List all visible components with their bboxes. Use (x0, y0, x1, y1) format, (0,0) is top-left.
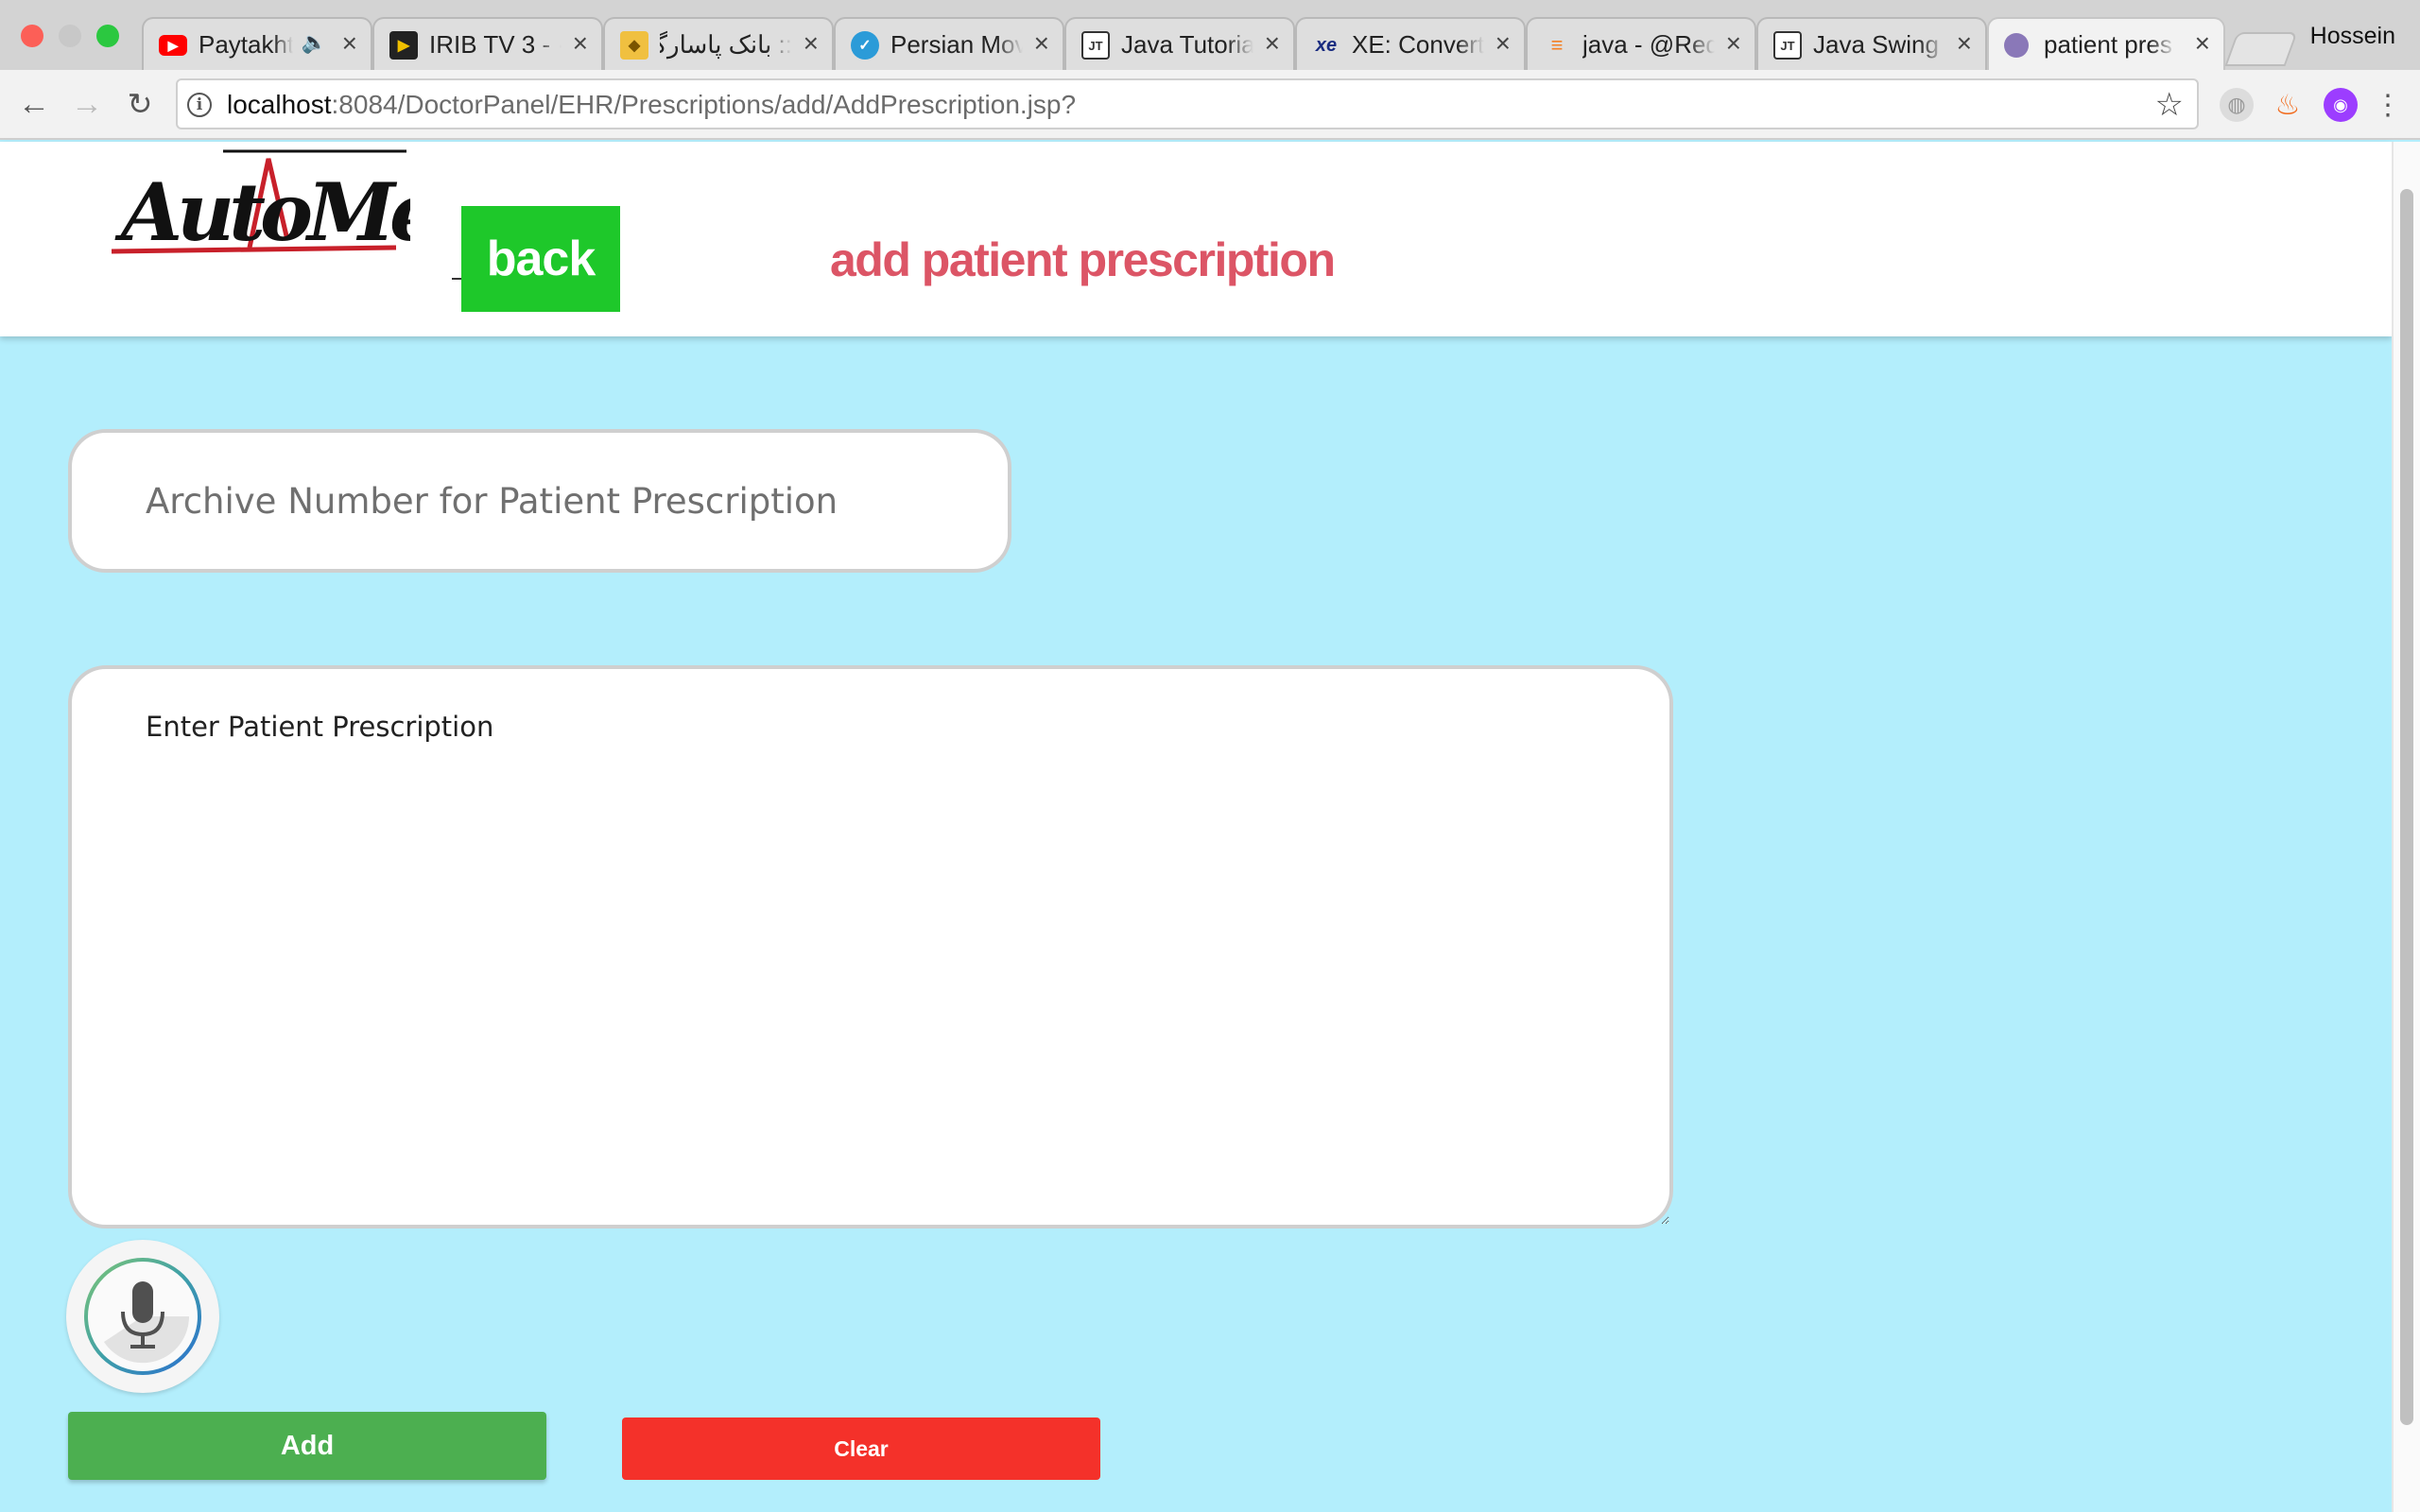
new-tab-button[interactable] (2224, 32, 2298, 66)
tab-title: patient pres (2044, 30, 2172, 59)
tab-title: java - @Req (1582, 30, 1715, 59)
close-tab-icon[interactable]: × (342, 28, 357, 59)
bank-icon: ◆ (620, 31, 648, 60)
page-content: AutoMed back add patient prescription Ad… (0, 142, 2392, 1512)
tab-title: Java Swing (1813, 30, 1939, 59)
clear-button[interactable]: Clear (622, 1418, 1100, 1480)
close-window-button[interactable] (21, 25, 43, 47)
globe-icon: ✓ (851, 31, 879, 60)
tab-strip: ▶ Paytakht 🔈 × ▶ IRIB TV 3 - · × ◆ :: با… (0, 0, 2420, 70)
tab-java-request[interactable]: ≡ java - @Req × (1526, 17, 1756, 70)
vpn-extension-icon[interactable]: ◉ (2324, 88, 2358, 122)
jt-icon: JT (1773, 31, 1802, 60)
profile-name[interactable]: Hossein (2310, 23, 2395, 50)
bookmark-star-icon[interactable]: ☆ (2155, 86, 2184, 124)
tab-irib-tv3[interactable]: ▶ IRIB TV 3 - · × (372, 17, 603, 70)
url-text: localhost:8084/DoctorPanel/EHR/Prescript… (227, 90, 1076, 120)
avatar-icon (2004, 33, 2029, 58)
tab-persian-movie[interactable]: ✓ Persian Mov × (834, 17, 1064, 70)
info-icon[interactable]: i (187, 93, 212, 117)
close-tab-icon[interactable]: × (1957, 28, 1972, 59)
close-tab-icon[interactable]: × (2195, 28, 2210, 59)
address-bar[interactable]: i localhost:8084/DoctorPanel/EHR/Prescri… (176, 78, 2199, 129)
microphone-icon (84, 1258, 201, 1375)
tab-title: IRIB TV 3 - · (429, 30, 562, 59)
close-tab-icon[interactable]: × (1265, 28, 1280, 59)
tab-paytakht[interactable]: ▶ Paytakht 🔈 × (142, 17, 372, 70)
fire-extension-icon[interactable]: ♨ (2271, 88, 2305, 122)
close-tab-icon[interactable]: × (1495, 28, 1511, 59)
play-icon: ▶ (389, 31, 418, 60)
url-path: :8084/DoctorPanel/EHR/Prescriptions/add/… (331, 90, 1077, 119)
tab-title: Java Tutoria (1121, 30, 1253, 59)
jt-icon: JT (1081, 31, 1110, 60)
logo-text: AutoMed (114, 165, 410, 257)
reload-icon[interactable]: ↻ (121, 85, 159, 123)
page-title: add patient prescription (830, 233, 1336, 286)
archive-number-input[interactable] (68, 429, 1011, 573)
tab-xe-convert[interactable]: xe XE: Convert × (1295, 17, 1526, 70)
page-scrollbar[interactable] (2392, 142, 2420, 1512)
tab-title: Persian Mov (890, 30, 1023, 59)
browser-toolbar: ← → ↻ i localhost:8084/DoctorPanel/EHR/P… (0, 70, 2420, 140)
close-tab-icon[interactable]: × (804, 28, 819, 59)
tab-bank-pasargad[interactable]: ◆ :: بانک پاسارگاد × (603, 17, 834, 70)
menu-dots-icon[interactable]: ⋮ (2371, 88, 2405, 122)
automed-logo[interactable]: AutoMed (108, 146, 410, 257)
minimize-window-button[interactable] (59, 25, 81, 47)
globe-extension-icon[interactable]: ◍ (2220, 88, 2254, 122)
voice-input-button[interactable] (66, 1240, 219, 1393)
back-arrow-icon[interactable]: ← (15, 85, 53, 123)
tab-java-swing[interactable]: JT Java Swing × (1756, 17, 1987, 70)
close-tab-icon[interactable]: × (1034, 28, 1049, 59)
add-button[interactable]: Add (68, 1412, 546, 1480)
tab-java-tutorial[interactable]: JT Java Tutoria × (1064, 17, 1295, 70)
tab-title: XE: Convert (1352, 30, 1484, 59)
xe-icon: xe (1315, 34, 1338, 56)
tab-patient-prescription[interactable]: patient pres × (1987, 17, 2225, 70)
youtube-icon: ▶ (159, 35, 187, 56)
tab-title: :: بانک پاسارگاد (660, 30, 792, 59)
speaker-icon[interactable]: 🔈 (302, 30, 327, 55)
back-button[interactable]: back (461, 206, 620, 312)
close-tab-icon[interactable]: × (1726, 28, 1741, 59)
tab-title: Paytakht (199, 30, 293, 59)
stackoverflow-icon: ≡ (1550, 33, 1564, 57)
scrollbar-thumb[interactable] (2400, 189, 2413, 1425)
zoom-window-button[interactable] (96, 25, 119, 47)
url-host: localhost (227, 90, 332, 119)
page-header: AutoMed back add patient prescription (0, 142, 2392, 336)
prescription-textarea[interactable] (68, 665, 1673, 1228)
forward-arrow-icon[interactable]: → (68, 85, 106, 123)
close-tab-icon[interactable]: × (573, 28, 588, 59)
